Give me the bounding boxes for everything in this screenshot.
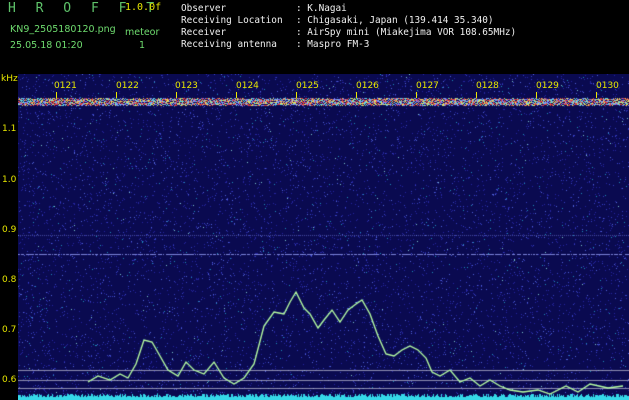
meteor-count: 1: [139, 40, 146, 51]
file-name: KN9_2505180120.png: [10, 24, 116, 35]
frequency-axis: [0, 74, 18, 400]
tick-mark: [476, 92, 477, 98]
tick-mark: [356, 92, 357, 98]
tick-mark: [56, 92, 57, 98]
location-label: Receiving Location: [181, 15, 283, 26]
tick-mark: [296, 92, 297, 98]
y-label-0-6: 0.6: [2, 375, 17, 385]
time-tick-0124: 0124: [236, 81, 259, 91]
observer-label: Observer: [181, 3, 227, 14]
y-label-0-7: 0.7: [2, 325, 17, 335]
time-tick-0126: 0126: [356, 81, 379, 91]
receiver-label: Receiver: [181, 27, 227, 38]
y-label-1-1: 1.1: [2, 124, 17, 134]
time-tick-0123: 0123: [175, 81, 198, 91]
tick-mark: [236, 92, 237, 98]
time-tick-0129: 0129: [536, 81, 559, 91]
y-label-1-0: 1.0: [2, 175, 17, 185]
time-tick-0127: 0127: [416, 81, 439, 91]
time-tick-0125: 0125: [296, 81, 319, 91]
location-value: : Chigasaki, Japan (139.414 35.340): [296, 15, 494, 26]
file-datetime: 25.05.18 01:20: [10, 40, 83, 51]
time-tick-0128: 0128: [476, 81, 499, 91]
meteor-label: meteor: [125, 27, 160, 38]
tick-mark: [536, 92, 537, 98]
time-tick-0130: 0130: [596, 81, 619, 91]
observer-value: : K.Nagai: [296, 3, 347, 14]
y-label-0-8: 0.8: [2, 275, 17, 285]
header-panel: H R O F F T 1.0.0f KN9_2505180120.png 25…: [0, 0, 629, 72]
tick-mark: [416, 92, 417, 98]
antenna-label: Receiving antenna: [181, 39, 277, 50]
app-version: 1.0.0f: [125, 2, 162, 13]
antenna-value: : Maspro FM-3: [296, 39, 370, 50]
tick-mark: [596, 92, 597, 98]
receiver-value: : AirSpy mini (Miakejima VOR 108.65MHz): [296, 27, 517, 38]
axis-unit: kHz: [1, 74, 18, 84]
tick-mark: [116, 92, 117, 98]
tick-mark: [176, 92, 177, 98]
y-label-0-9: 0.9: [2, 225, 17, 235]
time-tick-0122: 0122: [116, 81, 139, 91]
time-tick-0121: 0121: [54, 81, 77, 91]
spectrogram-canvas: [18, 74, 629, 400]
